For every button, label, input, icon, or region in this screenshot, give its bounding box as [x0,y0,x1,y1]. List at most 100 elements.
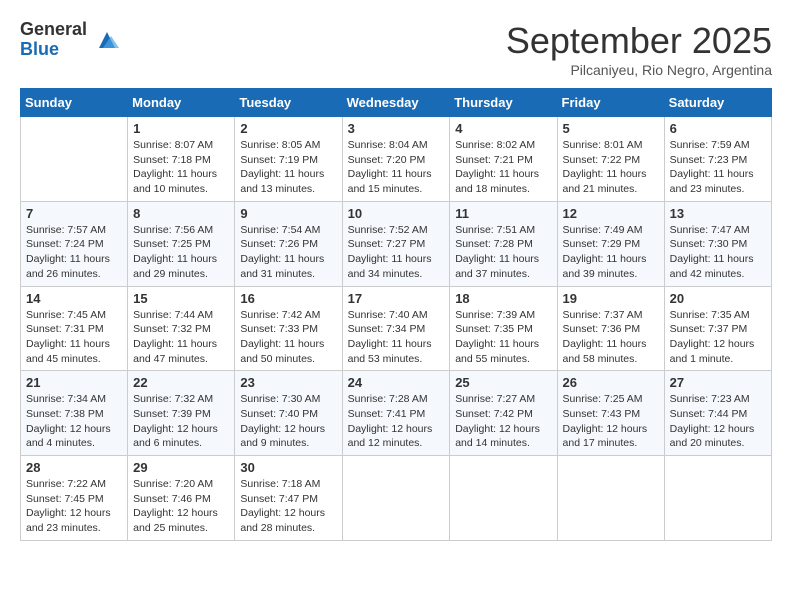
logo-icon [93,26,121,54]
calendar-week-row: 21 Sunrise: 7:34 AMSunset: 7:38 PMDayligh… [21,371,772,456]
day-number: 20 [670,291,766,306]
cell-content: Sunrise: 7:23 AMSunset: 7:44 PMDaylight:… [670,392,766,451]
cell-content: Sunrise: 7:35 AMSunset: 7:37 PMDaylight:… [670,308,766,367]
cell-content: Sunrise: 7:51 AMSunset: 7:28 PMDaylight:… [455,223,551,282]
cell-content: Sunrise: 7:52 AMSunset: 7:27 PMDaylight:… [348,223,445,282]
day-number: 7 [26,206,122,221]
cell-content: Sunrise: 7:47 AMSunset: 7:30 PMDaylight:… [670,223,766,282]
calendar-cell: 2 Sunrise: 8:05 AMSunset: 7:19 PMDaylight… [235,117,342,202]
calendar-cell: 7 Sunrise: 7:57 AMSunset: 7:24 PMDaylight… [21,201,128,286]
day-number: 19 [563,291,659,306]
day-number: 14 [26,291,122,306]
calendar-cell: 28Sunrise: 7:22 AMSunset: 7:45 PMDayligh… [21,456,128,541]
calendar-week-row: 1 Sunrise: 8:07 AMSunset: 7:18 PMDaylight… [21,117,772,202]
calendar-cell: 29 Sunrise: 7:20 AMSunset: 7:46 PMDayligh… [128,456,235,541]
cell-content: Sunrise: 7:18 AMSunset: 7:47 PMDaylight:… [240,477,336,536]
day-number: 13 [670,206,766,221]
day-number: 27 [670,375,766,390]
calendar-cell: 26 Sunrise: 7:25 AMSunset: 7:43 PMDayligh… [557,371,664,456]
calendar-cell: 16 Sunrise: 7:42 AMSunset: 7:33 PMDayligh… [235,286,342,371]
calendar-table: SundayMondayTuesdayWednesdayThursdayFrid… [20,88,772,541]
day-number: 16 [240,291,336,306]
calendar-cell: 24Sunrise: 7:28 AMSunset: 7:41 PMDayligh… [342,371,450,456]
cell-content: Sunrise: 7:37 AMSunset: 7:36 PMDaylight:… [563,308,659,367]
day-number: 11 [455,206,551,221]
day-number: 23 [240,375,336,390]
day-number: 9 [240,206,336,221]
calendar-week-row: 7 Sunrise: 7:57 AMSunset: 7:24 PMDaylight… [21,201,772,286]
logo-general-text: General [20,20,87,40]
title-block: September 2025 Pilcaniyeu, Rio Negro, Ar… [506,20,772,78]
day-of-week-header: Wednesday [342,89,450,117]
calendar-cell [450,456,557,541]
day-number: 18 [455,291,551,306]
calendar-cell: 9 Sunrise: 7:54 AMSunset: 7:26 PMDaylight… [235,201,342,286]
day-number: 1 [133,121,229,136]
calendar-cell [21,117,128,202]
calendar-cell: 6 Sunrise: 7:59 AMSunset: 7:23 PMDaylight… [664,117,771,202]
cell-content: Sunrise: 8:01 AMSunset: 7:22 PMDaylight:… [563,138,659,197]
cell-content: Sunrise: 7:30 AMSunset: 7:40 PMDaylight:… [240,392,336,451]
calendar-cell: 25Sunrise: 7:27 AMSunset: 7:42 PMDayligh… [450,371,557,456]
calendar-cell: 22 Sunrise: 7:32 AMSunset: 7:39 PMDayligh… [128,371,235,456]
calendar-cell: 10 Sunrise: 7:52 AMSunset: 7:27 PMDayligh… [342,201,450,286]
calendar-cell: 15 Sunrise: 7:44 AMSunset: 7:32 PMDayligh… [128,286,235,371]
day-number: 21 [26,375,122,390]
calendar-header-row: SundayMondayTuesdayWednesdayThursdayFrid… [21,89,772,117]
month-title: September 2025 [506,20,772,62]
day-of-week-header: Monday [128,89,235,117]
day-number: 6 [670,121,766,136]
calendar-cell: 20 Sunrise: 7:35 AMSunset: 7:37 PMDayligh… [664,286,771,371]
cell-content: Sunrise: 7:20 AMSunset: 7:46 PMDaylight:… [133,477,229,536]
calendar-cell: 1 Sunrise: 8:07 AMSunset: 7:18 PMDaylight… [128,117,235,202]
day-number: 24 [348,375,445,390]
calendar-cell [664,456,771,541]
cell-content: Sunrise: 7:42 AMSunset: 7:33 PMDaylight:… [240,308,336,367]
day-of-week-header: Friday [557,89,664,117]
calendar-cell: 27 Sunrise: 7:23 AMSunset: 7:44 PMDayligh… [664,371,771,456]
calendar-cell: 19 Sunrise: 7:37 AMSunset: 7:36 PMDayligh… [557,286,664,371]
cell-content: Sunrise: 7:34 AMSunset: 7:38 PMDaylight:… [26,392,122,451]
day-of-week-header: Sunday [21,89,128,117]
day-number: 22 [133,375,229,390]
calendar-cell: 11 Sunrise: 7:51 AMSunset: 7:28 PMDayligh… [450,201,557,286]
cell-content: Sunrise: 7:57 AMSunset: 7:24 PMDaylight:… [26,223,122,282]
calendar-cell: 5Sunrise: 8:01 AMSunset: 7:22 PMDaylight… [557,117,664,202]
calendar-cell: 17Sunrise: 7:40 AMSunset: 7:34 PMDayligh… [342,286,450,371]
cell-content: Sunrise: 7:39 AMSunset: 7:35 PMDaylight:… [455,308,551,367]
cell-content: Sunrise: 7:49 AMSunset: 7:29 PMDaylight:… [563,223,659,282]
cell-content: Sunrise: 7:45 AMSunset: 7:31 PMDaylight:… [26,308,122,367]
cell-content: Sunrise: 7:44 AMSunset: 7:32 PMDaylight:… [133,308,229,367]
calendar-cell: 18 Sunrise: 7:39 AMSunset: 7:35 PMDayligh… [450,286,557,371]
day-number: 2 [240,121,336,136]
day-number: 29 [133,460,229,475]
day-number: 8 [133,206,229,221]
cell-content: Sunrise: 7:32 AMSunset: 7:39 PMDaylight:… [133,392,229,451]
logo: General Blue [20,20,121,60]
day-number: 4 [455,121,551,136]
cell-content: Sunrise: 7:25 AMSunset: 7:43 PMDaylight:… [563,392,659,451]
day-of-week-header: Saturday [664,89,771,117]
day-number: 12 [563,206,659,221]
day-number: 15 [133,291,229,306]
calendar-cell: 21 Sunrise: 7:34 AMSunset: 7:38 PMDayligh… [21,371,128,456]
cell-content: Sunrise: 8:05 AMSunset: 7:19 PMDaylight:… [240,138,336,197]
day-number: 26 [563,375,659,390]
calendar-cell: 13 Sunrise: 7:47 AMSunset: 7:30 PMDayligh… [664,201,771,286]
calendar-cell: 12 Sunrise: 7:49 AMSunset: 7:29 PMDayligh… [557,201,664,286]
cell-content: Sunrise: 7:54 AMSunset: 7:26 PMDaylight:… [240,223,336,282]
cell-content: Sunrise: 8:04 AMSunset: 7:20 PMDaylight:… [348,138,445,197]
day-of-week-header: Tuesday [235,89,342,117]
logo-blue-text: Blue [20,40,87,60]
cell-content: Sunrise: 7:56 AMSunset: 7:25 PMDaylight:… [133,223,229,282]
cell-content: Sunrise: 7:59 AMSunset: 7:23 PMDaylight:… [670,138,766,197]
day-of-week-header: Thursday [450,89,557,117]
calendar-cell: 30Sunrise: 7:18 AMSunset: 7:47 PMDayligh… [235,456,342,541]
calendar-cell [557,456,664,541]
calendar-week-row: 28Sunrise: 7:22 AMSunset: 7:45 PMDayligh… [21,456,772,541]
cell-content: Sunrise: 8:07 AMSunset: 7:18 PMDaylight:… [133,138,229,197]
day-number: 10 [348,206,445,221]
calendar-cell: 14 Sunrise: 7:45 AMSunset: 7:31 PMDayligh… [21,286,128,371]
calendar-week-row: 14 Sunrise: 7:45 AMSunset: 7:31 PMDayligh… [21,286,772,371]
location-subtitle: Pilcaniyeu, Rio Negro, Argentina [506,62,772,78]
